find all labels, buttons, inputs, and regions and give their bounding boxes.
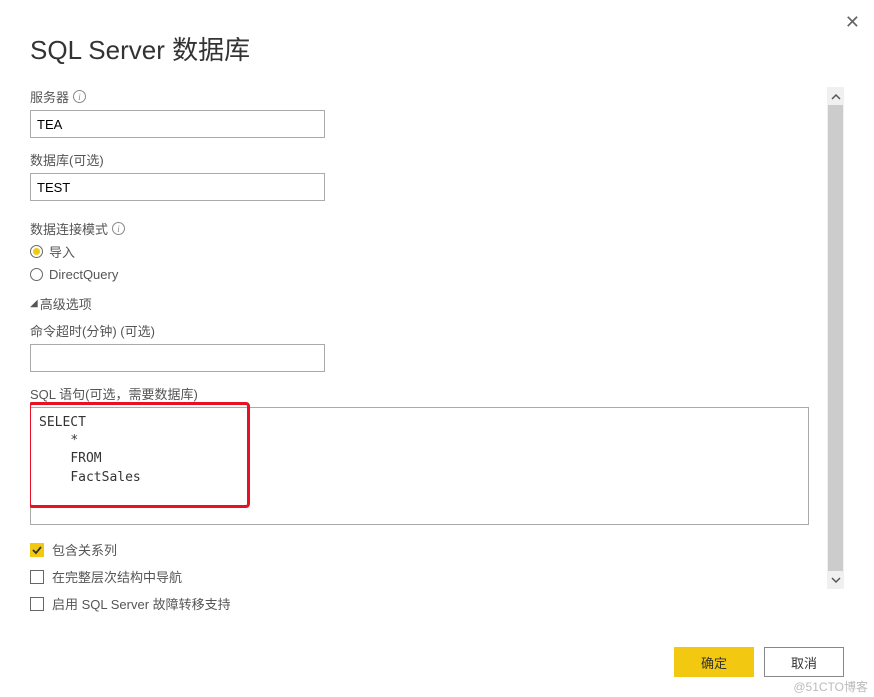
timeout-input[interactable] [30,344,325,372]
radio-import-label: 导入 [49,242,75,261]
database-input[interactable] [30,173,325,201]
database-label: 数据库(可选) [30,150,104,169]
checkbox-navigate-hierarchy[interactable] [30,570,44,584]
checkbox-label: 启用 SQL Server 故障转移支持 [52,594,231,613]
ok-button[interactable]: 确定 [674,647,754,677]
checkbox-include-relationships[interactable] [30,543,44,557]
advanced-label: 高级选项 [40,294,92,313]
cancel-button[interactable]: 取消 [764,647,844,677]
radio-import[interactable] [30,245,43,258]
radio-directquery-label: DirectQuery [49,267,118,282]
radio-directquery[interactable] [30,268,43,281]
close-icon[interactable]: ✕ [845,12,860,33]
connectivity-label: 数据连接模式 [30,219,108,238]
checkbox-label: 包含关系列 [52,540,117,559]
dialog-title: SQL Server 数据库 [30,30,844,67]
timeout-label: 命令超时(分钟) (可选) [30,321,155,340]
info-icon[interactable]: i [73,90,86,103]
checkbox-failover[interactable] [30,597,44,611]
dialog-content: 服务器 i 数据库(可选) 数据连接模式 i [30,87,827,629]
advanced-expander[interactable]: ◢ 高级选项 [30,294,809,313]
info-icon[interactable]: i [112,222,125,235]
scrollbar[interactable] [827,87,844,589]
chevron-down-icon: ◢ [30,298,38,309]
sql-textarea[interactable] [30,407,809,525]
checkbox-label: 在完整层次结构中导航 [52,567,182,586]
server-input[interactable] [30,110,325,138]
watermark: @51CTO博客 [793,678,868,695]
scrollbar-thumb[interactable] [828,105,843,571]
scroll-up-icon[interactable] [828,89,843,104]
scroll-down-icon[interactable] [828,572,843,587]
sql-label: SQL 语句(可选，需要数据库) [30,384,198,403]
server-label: 服务器 [30,87,69,106]
